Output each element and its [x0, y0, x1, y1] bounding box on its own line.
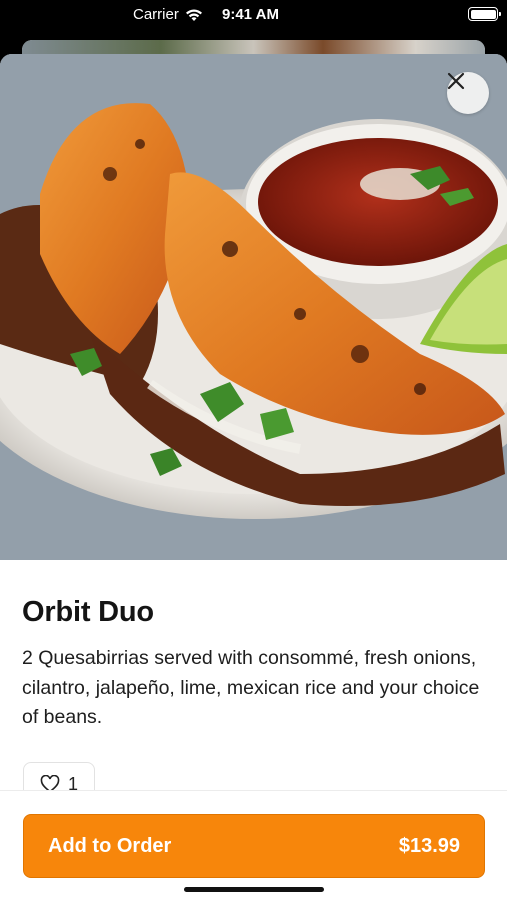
order-price: $13.99 [398, 834, 460, 857]
add-to-order-button[interactable]: Add to Order $13.99 [23, 814, 485, 878]
battery-icon [468, 7, 501, 21]
close-icon [447, 72, 465, 90]
home-indicator [184, 887, 324, 892]
item-photo [0, 54, 507, 560]
item-description: 2 Quesabirrias served with consommé, fre… [22, 647, 480, 728]
clock: 9:41 AM [222, 6, 279, 23]
status-bar: Carrier 9:41 AM [0, 0, 507, 34]
item-title: Orbit Duo [22, 596, 154, 628]
add-to-order-label: Add to Order [48, 834, 172, 857]
carrier: Carrier [133, 6, 203, 23]
wifi-icon [185, 9, 202, 21]
item-detail-sheet: Orbit Duo 2 Quesabirrias served with con… [0, 54, 507, 900]
close-button[interactable] [447, 72, 489, 114]
carrier-label: Carrier [133, 6, 179, 23]
